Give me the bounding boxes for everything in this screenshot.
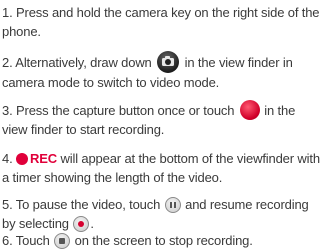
step-text: Press the capture button once or touch	[16, 103, 235, 118]
step-4: 4. REC will appear at the bottom of the …	[2, 149, 324, 187]
stop-icon	[54, 232, 71, 249]
pause-icon	[164, 196, 181, 213]
step-text: .	[90, 216, 94, 231]
step-5: 5. To pause the video, touch and resume …	[2, 195, 324, 233]
step-text: Touch	[15, 233, 50, 248]
record-icon	[239, 100, 260, 121]
step-number: 5.	[2, 197, 13, 212]
step-text: To pause the video, touch	[15, 197, 161, 212]
step-number: 6.	[2, 233, 13, 248]
rec-dot-icon	[16, 152, 29, 165]
step-1: 1. Press and hold the camera key on the …	[2, 3, 324, 41]
step-number: 3.	[2, 103, 13, 118]
step-text: Alternatively, draw down	[15, 55, 152, 70]
step-2: 2. Alternatively, draw down in the view …	[2, 50, 324, 92]
step-number: 4.	[2, 151, 13, 166]
camera-toggle-icon	[157, 50, 180, 73]
step-6: 6. Touch on the screen to stop recording…	[2, 231, 324, 250]
step-number: 2.	[2, 55, 13, 70]
step-text: on the screen to stop recording.	[74, 233, 253, 248]
step-3: 3. Press the capture button once or touc…	[2, 100, 324, 139]
step-text: Press and hold the camera key on the rig…	[2, 5, 320, 39]
resume-record-icon	[73, 215, 90, 232]
instruction-list: 1. Press and hold the camera key on the …	[0, 0, 325, 251]
step-number: 1.	[2, 5, 13, 20]
rec-label: REC	[30, 151, 58, 166]
